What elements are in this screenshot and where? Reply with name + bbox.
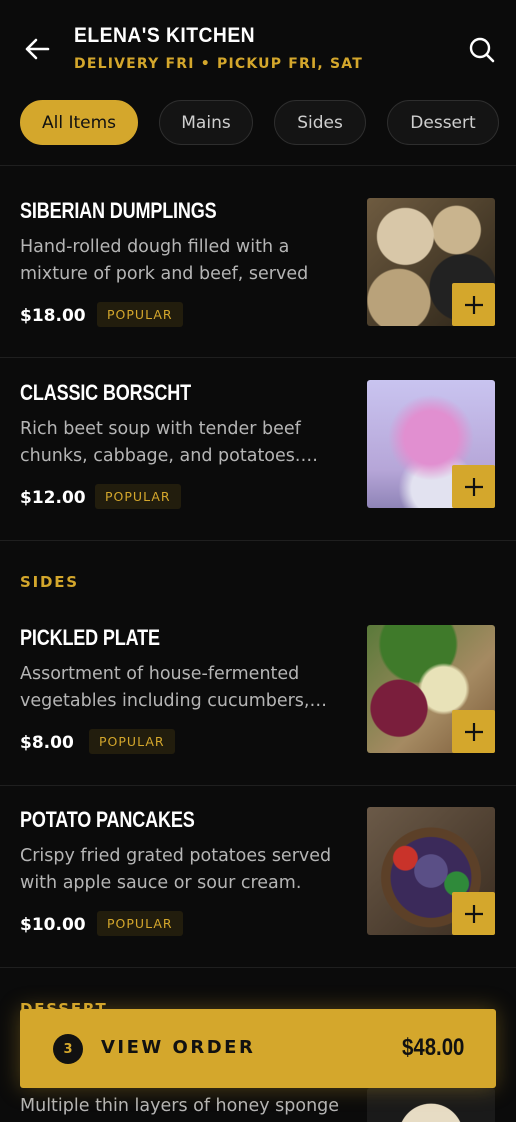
divider xyxy=(0,357,516,358)
item-description: Multiple thin layers of honey sponge xyxy=(20,1096,340,1116)
item-name: PICKLED PLATE xyxy=(20,625,160,650)
popular-badge: POPULAR xyxy=(97,911,183,936)
divider xyxy=(0,785,516,786)
search-icon xyxy=(469,37,495,63)
popular-badge: POPULAR xyxy=(89,729,175,754)
cart-count-badge: 3 xyxy=(53,1034,83,1064)
store-title: ELENA'S KITCHEN xyxy=(74,24,256,47)
divider xyxy=(0,540,516,541)
search-button[interactable] xyxy=(468,36,496,64)
back-button[interactable] xyxy=(22,34,52,64)
plus-icon xyxy=(464,904,483,923)
add-to-cart-button[interactable] xyxy=(452,283,495,326)
menu-item[interactable]: SIBERIAN DUMPLINGS Hand-rolled dough fil… xyxy=(0,178,516,360)
divider xyxy=(0,165,516,166)
divider xyxy=(0,967,516,968)
view-order-label: VIEW ORDER xyxy=(101,1037,256,1058)
item-image xyxy=(367,1088,495,1122)
menu-item[interactable]: CLASSIC BORSCHT Rich beet soup with tend… xyxy=(0,360,516,542)
item-price: $8.00 xyxy=(20,733,74,753)
item-description: Rich beet soup with tender beef chunks, … xyxy=(20,419,318,466)
view-order-button[interactable]: 3 VIEW ORDER $48.00 xyxy=(20,1009,496,1088)
tab-sides[interactable]: Sides xyxy=(274,100,366,145)
tab-all-items[interactable]: All Items xyxy=(20,100,138,145)
fulfillment-schedule: DELIVERY FRI • PICKUP FRI, SAT xyxy=(74,56,363,72)
title-block: ELENA'S KITCHEN DELIVERY FRI • PICKUP FR… xyxy=(74,24,363,72)
item-name: POTATO PANCAKES xyxy=(20,807,195,832)
plus-icon xyxy=(464,477,483,496)
item-name: CLASSIC BORSCHT xyxy=(20,380,191,405)
menu-item[interactable]: PICKLED PLATE Assortment of house-fermen… xyxy=(0,605,516,787)
item-description: Hand-rolled dough filled with a mixture … xyxy=(20,237,309,284)
header: ELENA'S KITCHEN DELIVERY FRI • PICKUP FR… xyxy=(0,0,516,90)
add-to-cart-button[interactable] xyxy=(452,465,495,508)
item-price: $10.00 xyxy=(20,915,86,935)
category-tabs: All Items Mains Sides Dessert xyxy=(0,100,516,146)
tab-mains[interactable]: Mains xyxy=(159,100,253,145)
plus-icon xyxy=(464,722,483,741)
item-description: Crispy fried grated potatoes served with… xyxy=(20,846,332,893)
add-to-cart-button[interactable] xyxy=(452,892,495,935)
item-description: Assortment of house-fermented vegetables… xyxy=(20,664,327,711)
arrow-left-icon xyxy=(25,38,50,60)
item-name: SIBERIAN DUMPLINGS xyxy=(20,198,217,223)
menu-item[interactable]: POTATO PANCAKES Crispy fried grated pota… xyxy=(0,787,516,969)
plus-icon xyxy=(464,295,483,314)
section-header-sides: SIDES xyxy=(20,573,79,591)
item-price: $12.00 xyxy=(20,488,86,508)
popular-badge: POPULAR xyxy=(97,302,183,327)
popular-badge: POPULAR xyxy=(95,484,181,509)
add-to-cart-button[interactable] xyxy=(452,710,495,753)
tab-dessert[interactable]: Dessert xyxy=(387,100,499,145)
item-price: $18.00 xyxy=(20,306,86,326)
order-total: $48.00 xyxy=(401,1034,464,1061)
